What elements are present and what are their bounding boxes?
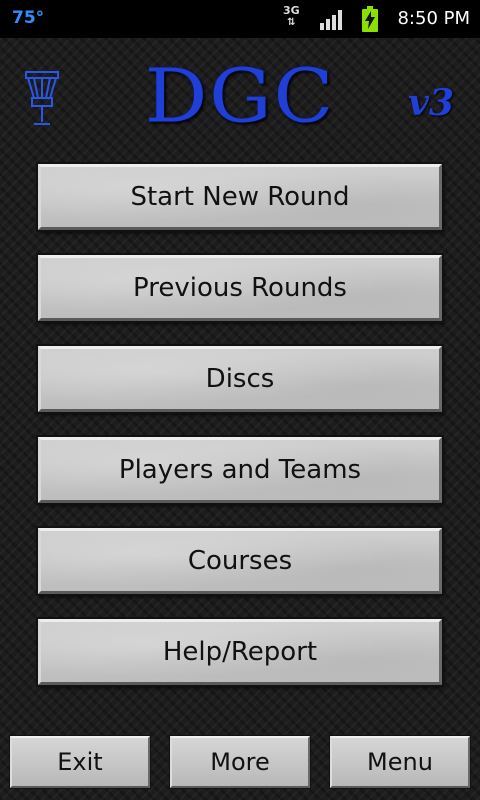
start-new-round-button[interactable]: Start New Round: [38, 164, 442, 230]
status-bar: 75° 3G ⇅ 8:50 PM: [0, 0, 480, 38]
previous-rounds-button[interactable]: Previous Rounds: [38, 255, 442, 321]
temperature-readout: 75°: [12, 8, 45, 28]
signal-strength-icon: [320, 10, 342, 30]
clock: 8:50 PM: [397, 8, 470, 29]
players-and-teams-button[interactable]: Players and Teams: [38, 437, 442, 503]
version-label: v3: [408, 82, 454, 124]
help-report-button[interactable]: Help/Report: [38, 619, 442, 685]
discs-button[interactable]: Discs: [38, 346, 442, 412]
more-button[interactable]: More: [170, 736, 310, 788]
bottom-bar: Exit More Menu: [10, 736, 470, 788]
battery-charging-icon: [362, 6, 378, 32]
main-menu: Start New Round Previous Rounds Discs Pl…: [38, 164, 442, 710]
network-type-label: 3G: [283, 4, 300, 17]
courses-button[interactable]: Courses: [38, 528, 442, 594]
app-main: DGC v3 Start New Round Previous Rounds D…: [0, 38, 480, 800]
exit-button[interactable]: Exit: [10, 736, 150, 788]
menu-button[interactable]: Menu: [330, 736, 470, 788]
network-3g-icon: 3G ⇅: [283, 4, 300, 28]
